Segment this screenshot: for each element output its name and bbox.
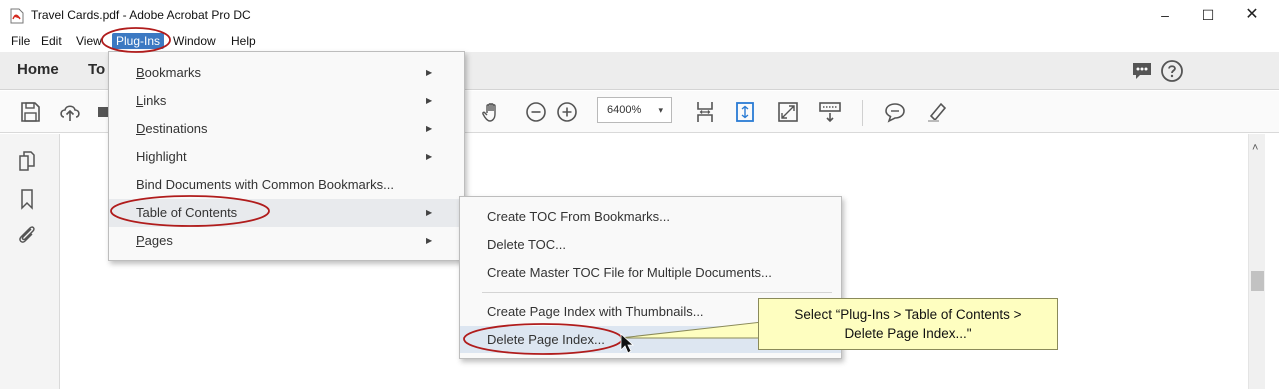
zoom-in-icon[interactable] bbox=[555, 100, 579, 124]
zoom-level-select[interactable]: 6400% ▾ bbox=[597, 97, 672, 123]
menu-item-label: ookmarks bbox=[144, 65, 202, 80]
menu-item-pages[interactable]: Pages ▶ bbox=[109, 227, 464, 255]
close-button[interactable]: ✕ bbox=[1242, 6, 1262, 24]
hand-tool-icon[interactable] bbox=[480, 100, 504, 124]
menu-view[interactable]: View bbox=[74, 33, 104, 49]
menu-bar: File Edit View Plug-Ins Window Help bbox=[0, 31, 1279, 51]
plug-ins-menu: Bookmarks ▶ Links ▶ Destinations ▶ Highl… bbox=[108, 51, 465, 261]
left-nav-pane bbox=[0, 134, 60, 389]
menu-plug-ins[interactable]: Plug-Ins bbox=[112, 33, 165, 49]
zoom-out-icon[interactable] bbox=[524, 100, 548, 124]
comment-bubble-icon[interactable] bbox=[1131, 61, 1153, 81]
menu-item-destinations[interactable]: Destinations ▶ bbox=[109, 115, 464, 143]
mnemonic-letter: P bbox=[136, 233, 145, 248]
submenu-arrow-icon: ▶ bbox=[426, 208, 433, 217]
help-icon[interactable] bbox=[1160, 59, 1184, 83]
fit-page-icon[interactable] bbox=[733, 100, 757, 124]
save-icon[interactable] bbox=[18, 100, 42, 124]
menu-item-bind-documents[interactable]: Bind Documents with Common Bookmarks... bbox=[109, 171, 464, 199]
menu-help[interactable]: Help bbox=[229, 33, 258, 49]
menu-item-label: Bind Documents with Common Bookmarks... bbox=[136, 177, 394, 192]
menu-item-bookmarks[interactable]: Bookmarks ▶ bbox=[109, 59, 464, 87]
menu-item-create-toc-from-bookmarks[interactable]: Create TOC From Bookmarks... bbox=[460, 203, 841, 230]
cloud-upload-icon[interactable] bbox=[58, 100, 82, 124]
submenu-arrow-icon: ▶ bbox=[426, 68, 433, 77]
mnemonic-letter: B bbox=[136, 65, 145, 80]
fit-width-icon[interactable] bbox=[693, 100, 717, 124]
keyboard-download-icon[interactable] bbox=[818, 100, 842, 124]
toolbar-divider bbox=[862, 100, 863, 126]
page-thumbnails-icon[interactable] bbox=[16, 150, 38, 172]
menu-item-label: estinations bbox=[145, 121, 208, 136]
tab-home[interactable]: Home bbox=[17, 61, 59, 78]
maximize-button[interactable]: ☐ bbox=[1198, 6, 1218, 24]
submenu-arrow-icon: ▶ bbox=[426, 96, 433, 105]
vertical-scrollbar[interactable]: ˄ bbox=[1248, 134, 1265, 389]
zoom-value: 6400% bbox=[607, 104, 642, 116]
bookmark-icon[interactable] bbox=[16, 188, 38, 210]
scroll-up-arrow[interactable]: ˄ bbox=[1252, 142, 1258, 154]
menu-item-label: inks bbox=[143, 93, 167, 108]
menu-item-highlight[interactable]: Highlight ▶ bbox=[109, 143, 464, 171]
highlight-pen-icon[interactable] bbox=[925, 100, 949, 124]
menu-item-create-master-toc[interactable]: Create Master TOC File for Multiple Docu… bbox=[460, 259, 841, 286]
menu-item-label: ages bbox=[144, 233, 173, 248]
instruction-callout: Select “Plug-Ins > Table of Contents > D… bbox=[758, 298, 1058, 350]
attachment-icon[interactable] bbox=[16, 223, 38, 245]
comment-icon[interactable] bbox=[883, 100, 907, 124]
menu-item-label: Table of Contents bbox=[136, 205, 238, 220]
minimize-button[interactable]: – bbox=[1155, 6, 1175, 24]
menu-window[interactable]: Window bbox=[171, 33, 218, 49]
title-bar: Travel Cards.pdf - Adobe Acrobat Pro DC … bbox=[0, 0, 1279, 31]
callout-line-2: Delete Page Index..." bbox=[844, 326, 972, 341]
full-screen-icon[interactable] bbox=[776, 100, 800, 124]
menu-item-label: Highlight bbox=[136, 149, 187, 164]
mnemonic-letter: D bbox=[136, 121, 146, 136]
submenu-arrow-icon: ▶ bbox=[426, 152, 433, 161]
menu-item-links[interactable]: Links ▶ bbox=[109, 87, 464, 115]
print-icon[interactable] bbox=[98, 100, 108, 124]
submenu-arrow-icon: ▶ bbox=[426, 236, 433, 245]
callout-line-1: Select “Plug-Ins > Table of Contents > bbox=[794, 307, 1022, 322]
menu-item-table-of-contents[interactable]: Table of Contents ▶ bbox=[109, 199, 464, 227]
menu-file[interactable]: File bbox=[9, 33, 32, 49]
menu-edit[interactable]: Edit bbox=[39, 33, 64, 49]
menu-separator bbox=[482, 292, 832, 293]
menu-item-delete-toc[interactable]: Delete TOC... bbox=[460, 231, 841, 258]
scroll-thumb[interactable] bbox=[1251, 271, 1264, 291]
submenu-arrow-icon: ▶ bbox=[426, 124, 433, 133]
pdf-file-icon bbox=[10, 8, 24, 24]
tab-tools[interactable]: To bbox=[88, 61, 105, 78]
window-title: Travel Cards.pdf - Adobe Acrobat Pro DC bbox=[31, 8, 251, 22]
chevron-down-icon: ▾ bbox=[658, 105, 663, 115]
